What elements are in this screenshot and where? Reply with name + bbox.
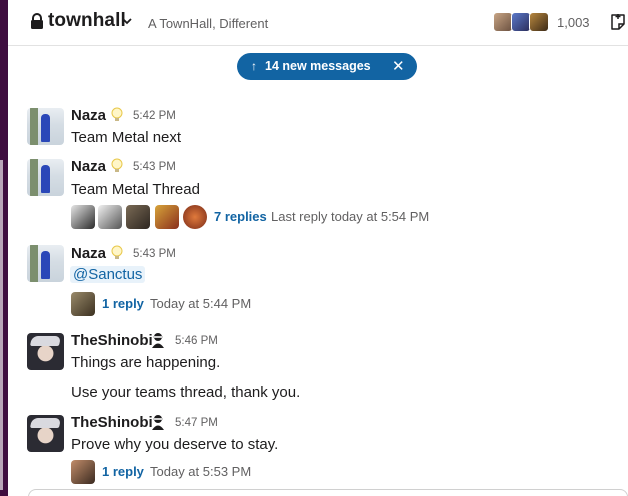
thread-avatar[interactable] (71, 292, 95, 316)
channel-header: townhall A TownHall, Different 1,003 (8, 0, 628, 46)
message-timestamp[interactable]: 5:42 PM (133, 110, 176, 122)
message-text: Team Metal next (71, 129, 182, 146)
new-messages-banner[interactable]: ↑ 14 new messages ✕ (237, 53, 417, 80)
member-avatars[interactable] (493, 12, 549, 32)
thread-last-reply[interactable]: Today at 5:53 PM (150, 464, 251, 479)
canvas-icon[interactable] (609, 13, 627, 31)
ninja-icon (152, 415, 164, 430)
user-mention[interactable]: @Sanctus (70, 266, 146, 283)
lightbulb-icon (111, 107, 123, 121)
avatar[interactable] (27, 333, 64, 370)
thread-last-reply[interactable]: Last reply today at 5:54 PM (271, 209, 429, 224)
message-sender[interactable]: Naza (71, 245, 106, 262)
thread-avatar[interactable] (71, 460, 95, 484)
message-text: Use your teams thread, thank you. (71, 384, 301, 401)
member-avatar (529, 12, 549, 32)
message-timestamp[interactable]: 5:43 PM (133, 248, 176, 260)
message-timestamp[interactable]: 5:43 PM (133, 161, 176, 173)
lightbulb-icon (111, 245, 123, 259)
arrow-up-icon: ↑ (251, 59, 257, 73)
message-text: Prove why you deserve to stay. (71, 436, 279, 453)
channel-name[interactable]: townhall (48, 10, 126, 32)
message-composer[interactable] (28, 489, 628, 496)
thread-reply-count[interactable]: 1 reply (102, 296, 144, 311)
ninja-icon (152, 333, 164, 348)
avatar[interactable] (27, 245, 64, 282)
thread-avatar (98, 205, 122, 229)
message-sender[interactable]: TheShinobi (71, 414, 153, 431)
member-avatar (511, 12, 531, 32)
message-sender[interactable]: Naza (71, 158, 106, 175)
channel-topic[interactable]: A TownHall, Different (148, 16, 268, 31)
new-messages-label[interactable]: 14 new messages (265, 59, 371, 73)
lock-icon (31, 13, 43, 29)
avatar[interactable] (27, 108, 64, 145)
chevron-down-icon[interactable] (122, 17, 132, 25)
message-timestamp[interactable]: 5:46 PM (175, 335, 218, 347)
avatar[interactable] (27, 159, 64, 196)
thread-reply-count[interactable]: 1 reply (102, 464, 144, 479)
thread-avatar (71, 205, 95, 229)
message-text: Things are happening. (71, 354, 221, 371)
thread-avatar (183, 205, 207, 229)
close-icon[interactable]: ✕ (392, 57, 405, 75)
member-count[interactable]: 1,003 (557, 15, 590, 30)
message-timestamp[interactable]: 5:47 PM (175, 417, 218, 429)
thread-last-reply[interactable]: Today at 5:44 PM (150, 296, 251, 311)
message-sender[interactable]: Naza (71, 107, 106, 124)
thread-avatar (155, 205, 179, 229)
sidebar-edge (0, 0, 8, 496)
thread-reply-count[interactable]: 7 replies (214, 209, 267, 224)
message-sender[interactable]: TheShinobi (71, 332, 153, 349)
lightbulb-icon (111, 158, 123, 172)
thread-avatar (126, 205, 150, 229)
message-text: Team Metal Thread (71, 181, 200, 198)
avatar[interactable] (27, 415, 64, 452)
member-avatar (493, 12, 513, 32)
